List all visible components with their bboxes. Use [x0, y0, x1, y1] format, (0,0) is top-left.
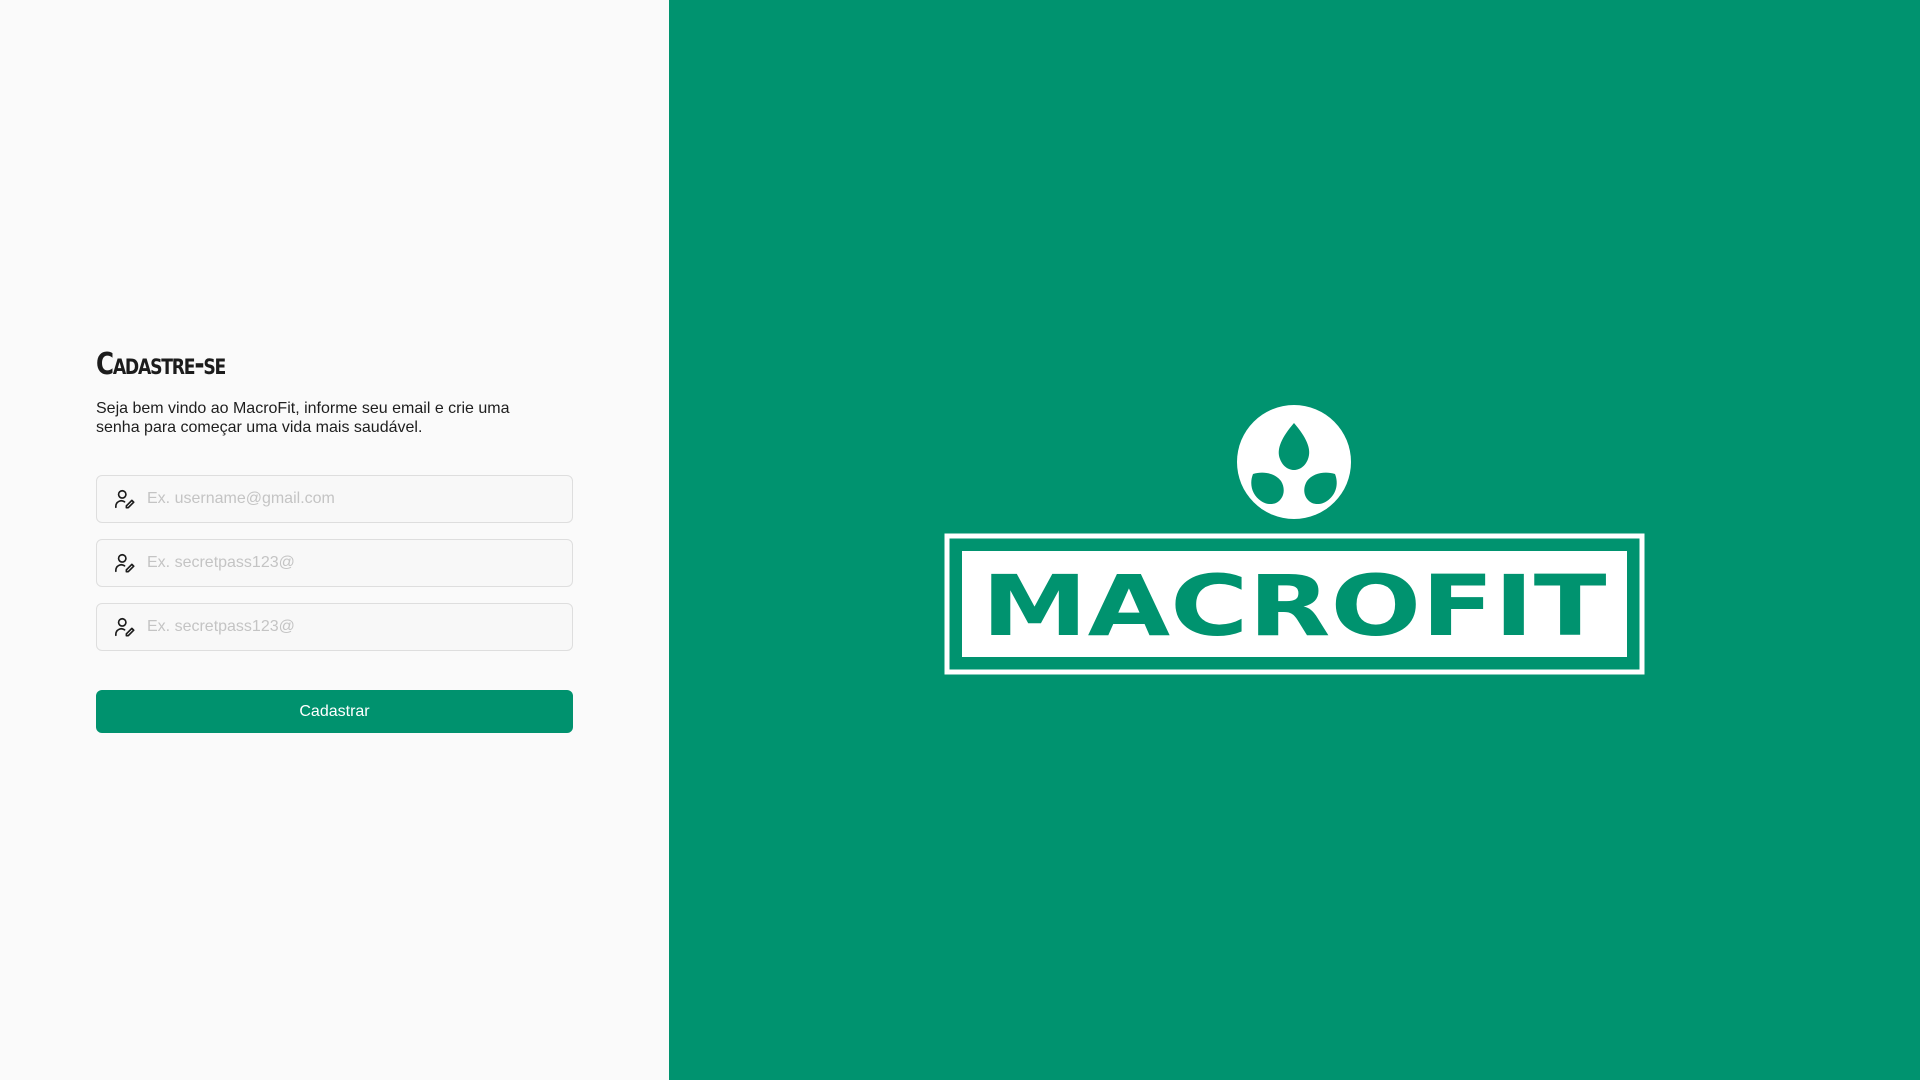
page-title: Cadastre-se [96, 347, 226, 382]
user-edit-icon [113, 551, 137, 575]
signup-button[interactable]: Cadastrar [96, 690, 573, 733]
leaf-sprout-icon [1237, 405, 1351, 519]
email-input[interactable] [147, 484, 547, 514]
email-field[interactable] [96, 475, 573, 523]
signup-form: Cadastre-se Seja bem vindo ao MacroFit, … [96, 345, 573, 733]
password-input[interactable] [147, 548, 547, 578]
macrofit-logo: MACROFIT [944, 405, 1645, 675]
user-edit-icon [113, 487, 137, 511]
signup-page: Cadastre-se Seja bem vindo ao MacroFit, … [0, 0, 1920, 1080]
user-edit-icon [113, 615, 137, 639]
brand-panel: MACROFIT [669, 0, 1920, 1080]
form-fields [96, 475, 573, 651]
confirm-password-input[interactable] [147, 612, 547, 642]
password-field[interactable] [96, 539, 573, 587]
signup-panel: Cadastre-se Seja bem vindo ao MacroFit, … [0, 0, 669, 1080]
confirm-password-field[interactable] [96, 603, 573, 651]
page-description: Seja bem vindo ao MacroFit, informe seu … [96, 400, 510, 436]
logo-wordmark: MACROFIT [982, 557, 1607, 655]
